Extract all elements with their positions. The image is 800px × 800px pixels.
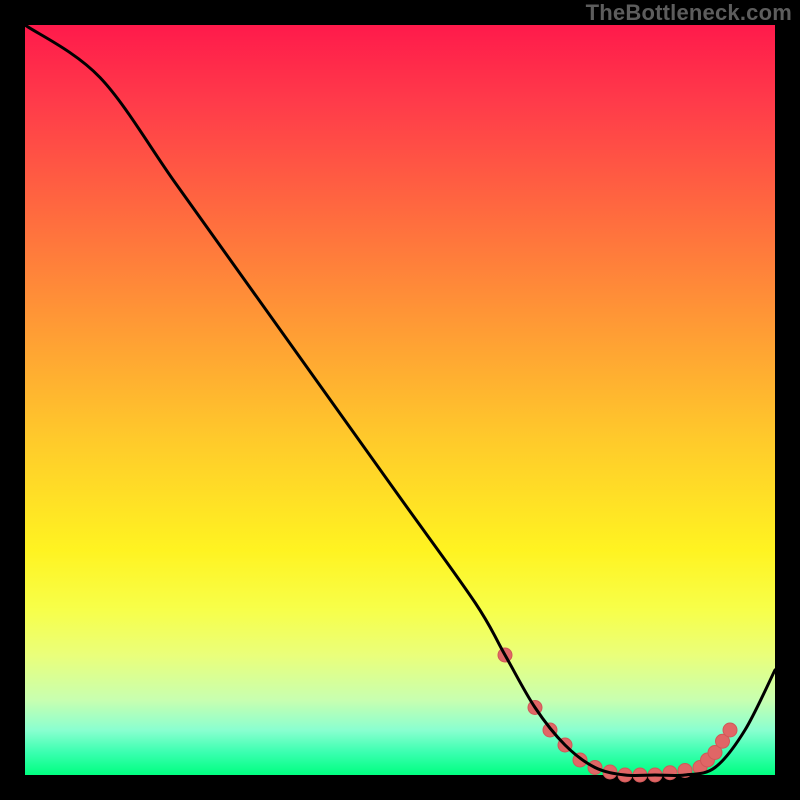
marker-group [498,648,737,782]
curve-marker [723,723,737,737]
chart-svg-layer [0,0,800,800]
bottleneck-curve [25,25,775,776]
curve-marker [663,766,677,780]
chart-stage: TheBottleneck.com [0,0,800,800]
